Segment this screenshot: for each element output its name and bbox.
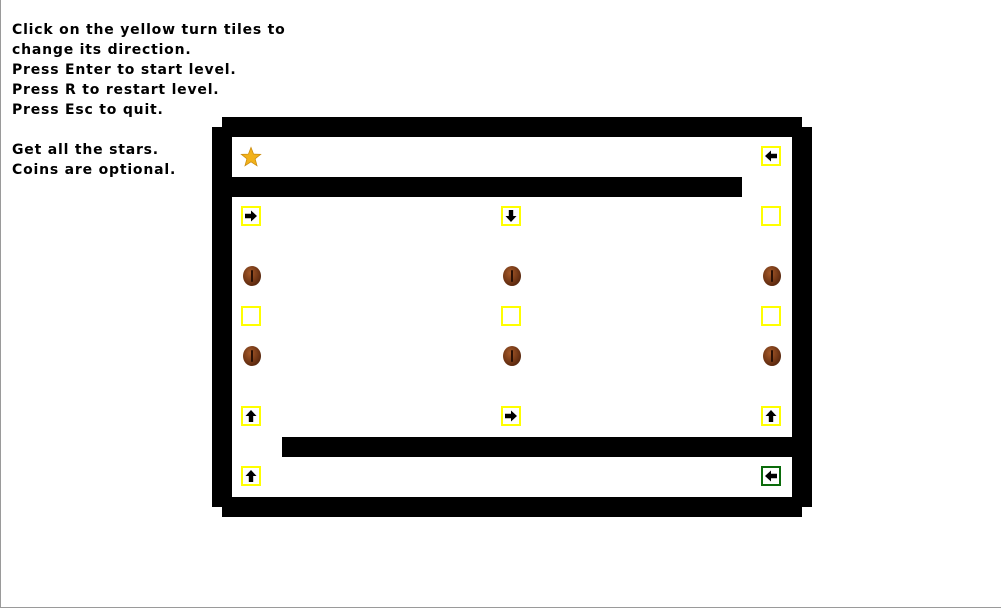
coin-icon bbox=[763, 266, 781, 286]
turn-tile-blank[interactable] bbox=[761, 306, 781, 326]
wall-right bbox=[792, 127, 812, 507]
arrow-up-icon bbox=[245, 470, 257, 482]
coin-icon bbox=[243, 266, 261, 286]
arrow-up-icon bbox=[765, 410, 777, 422]
wall-top bbox=[222, 117, 802, 137]
coin-icon bbox=[503, 266, 521, 286]
turn-tile-right[interactable] bbox=[241, 206, 261, 226]
turn-tile-up[interactable] bbox=[241, 466, 261, 486]
star-icon bbox=[240, 146, 262, 167]
coin-icon bbox=[503, 346, 521, 366]
coin-icon bbox=[763, 346, 781, 366]
arrow-down-icon bbox=[505, 210, 517, 222]
turn-tile-blank[interactable] bbox=[761, 206, 781, 226]
wall-inner-bottom bbox=[282, 437, 792, 457]
arrow-up-icon bbox=[245, 410, 257, 422]
instruction-line: Press R to restart level. bbox=[12, 82, 220, 98]
arrow-left-icon bbox=[765, 150, 777, 162]
exit-tile bbox=[761, 466, 781, 486]
turn-tile-left[interactable] bbox=[761, 146, 781, 166]
wall-left bbox=[212, 127, 232, 507]
instruction-line: change its direction. bbox=[12, 42, 192, 58]
instruction-line: Click on the yellow turn tiles to bbox=[12, 22, 286, 38]
instruction-line: Press Enter to start level. bbox=[12, 62, 237, 78]
turn-tile-blank[interactable] bbox=[241, 306, 261, 326]
arrow-right-icon bbox=[245, 210, 257, 222]
turn-tile-up[interactable] bbox=[241, 406, 261, 426]
arrow-right-icon bbox=[505, 410, 517, 422]
turn-tile-down[interactable] bbox=[501, 206, 521, 226]
arrow-left-icon bbox=[765, 470, 777, 482]
turn-tile-blank[interactable] bbox=[501, 306, 521, 326]
turn-tile-right[interactable] bbox=[501, 406, 521, 426]
wall-bottom bbox=[222, 497, 802, 517]
wall-inner-top bbox=[232, 177, 742, 197]
coin-icon bbox=[243, 346, 261, 366]
turn-tile-up[interactable] bbox=[761, 406, 781, 426]
